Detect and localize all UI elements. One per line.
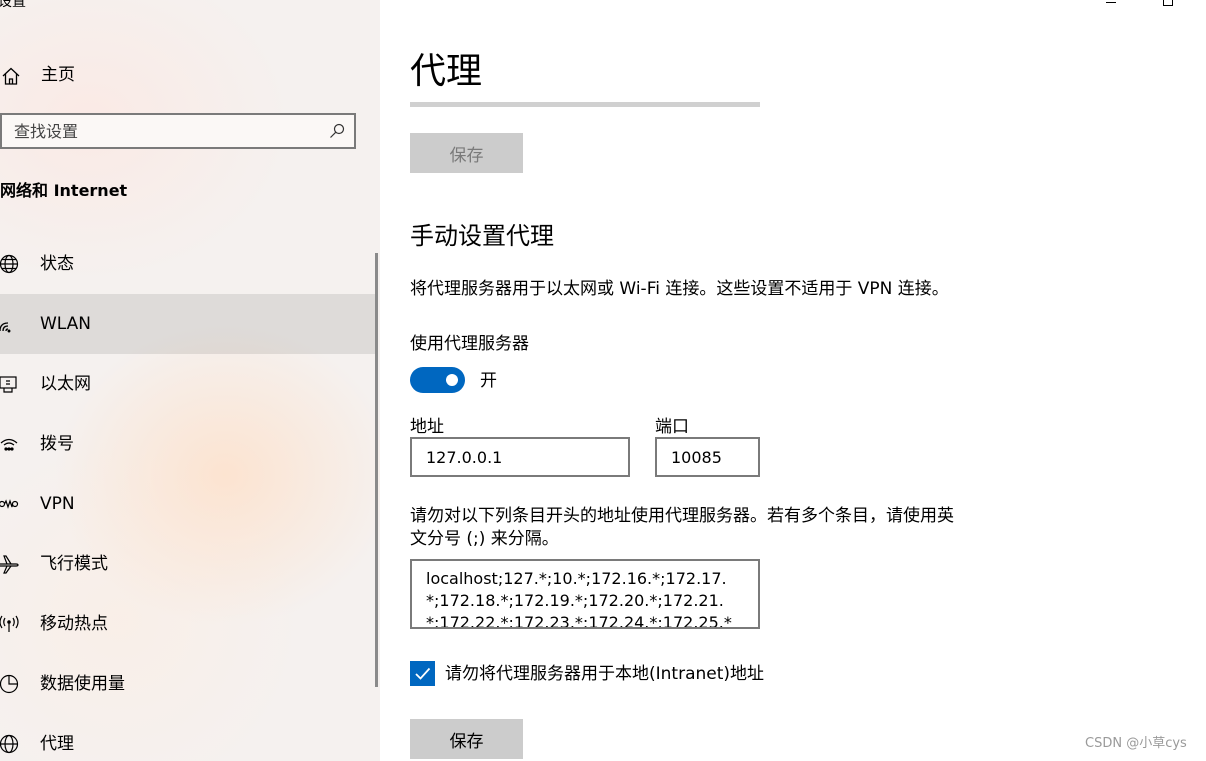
- bottom-save-button[interactable]: 保存: [410, 719, 523, 759]
- sidebar-item-label: 拨号: [40, 434, 74, 454]
- sidebar-item-label: VPN: [40, 494, 75, 514]
- sidebar-item-label: WLAN: [40, 314, 92, 334]
- sidebar-item-label: 移动热点: [40, 614, 108, 634]
- sidebar-item-wlan[interactable]: WLAN: [0, 294, 376, 354]
- checkmark-icon: [415, 667, 431, 680]
- sidebar-item-vpn[interactable]: VPN: [0, 474, 376, 534]
- sidebar-home-label: 主页: [41, 65, 75, 85]
- address-input[interactable]: [410, 437, 630, 477]
- sidebar-item-status[interactable]: 状态: [0, 234, 376, 294]
- search-box[interactable]: [0, 113, 356, 149]
- sidebar-item-label: 代理: [40, 734, 74, 754]
- use-proxy-toggle[interactable]: [410, 367, 465, 393]
- exceptions-description-line1: 请勿对以下列条目开头的地址使用代理服务器。若有多个条目，请使用英: [410, 506, 954, 526]
- exceptions-text: localhost;127.*;10.*;172.16.*;172.17.*;1…: [426, 569, 732, 629]
- exceptions-textarea[interactable]: localhost;127.*;10.*;172.16.*;172.17.*;1…: [410, 559, 760, 629]
- sidebar-item-proxy[interactable]: 代理: [0, 714, 376, 761]
- manual-proxy-description: 将代理服务器用于以太网或 Wi-Fi 连接。这些设置不适用于 VPN 连接。: [410, 279, 949, 299]
- toggle-state-label: 开: [480, 371, 497, 391]
- proxy-globe-icon: [0, 733, 20, 755]
- sidebar-item-mobile-hotspot[interactable]: 移动热点: [0, 594, 376, 654]
- sidebar-item-airplane-mode[interactable]: 飞行模式: [0, 534, 376, 594]
- sidebar-scrollbar[interactable]: [375, 253, 378, 687]
- minimize-button[interactable]: [1106, 2, 1116, 3]
- maximize-button[interactable]: [1163, 0, 1173, 6]
- manual-proxy-heading: 手动设置代理: [410, 222, 554, 250]
- data-usage-icon: [0, 673, 20, 695]
- main-content: 代理 保存 手动设置代理 将代理服务器用于以太网或 Wi-Fi 连接。这些设置不…: [380, 0, 1206, 761]
- watermark: CSDN @小草cys: [1085, 736, 1187, 751]
- dialup-icon: [0, 433, 20, 455]
- ethernet-icon: [0, 373, 20, 395]
- title-divider: [410, 102, 760, 107]
- search-input[interactable]: [14, 120, 314, 142]
- sidebar: 设置 主页 网络和 Internet: [0, 0, 380, 761]
- search-icon[interactable]: [329, 123, 345, 139]
- airplane-icon: [0, 553, 20, 575]
- app-title: 设置: [0, 0, 26, 10]
- port-label: 端口: [655, 417, 689, 437]
- sidebar-section-title: 网络和 Internet: [0, 181, 128, 200]
- sidebar-item-label: 以太网: [40, 374, 91, 394]
- port-input[interactable]: [655, 437, 760, 477]
- vpn-icon: [0, 493, 20, 515]
- exceptions-description-line2: 文分号 (;) 来分隔。: [410, 529, 559, 549]
- page-title: 代理: [410, 51, 483, 92]
- wifi-icon: [0, 313, 20, 335]
- hotspot-icon: [0, 613, 20, 635]
- sidebar-home[interactable]: 主页: [0, 56, 370, 94]
- sidebar-item-dialup[interactable]: 拨号: [0, 414, 376, 474]
- use-proxy-label: 使用代理服务器: [410, 334, 529, 354]
- top-save-button[interactable]: 保存: [410, 133, 523, 173]
- settings-window: 设置 主页 网络和 Internet: [0, 0, 1206, 761]
- toggle-knob: [446, 374, 458, 386]
- globe-icon: [0, 253, 20, 275]
- sidebar-item-label: 状态: [40, 254, 74, 274]
- sidebar-item-ethernet[interactable]: 以太网: [0, 354, 376, 414]
- local-bypass-label[interactable]: 请勿将代理服务器用于本地(Intranet)地址: [445, 663, 764, 685]
- home-icon: [0, 65, 22, 87]
- sidebar-item-label: 数据使用量: [40, 674, 125, 694]
- address-label: 地址: [410, 417, 444, 437]
- sidebar-item-data-usage[interactable]: 数据使用量: [0, 654, 376, 714]
- sidebar-item-label: 飞行模式: [40, 554, 108, 574]
- local-bypass-checkbox[interactable]: [410, 661, 435, 686]
